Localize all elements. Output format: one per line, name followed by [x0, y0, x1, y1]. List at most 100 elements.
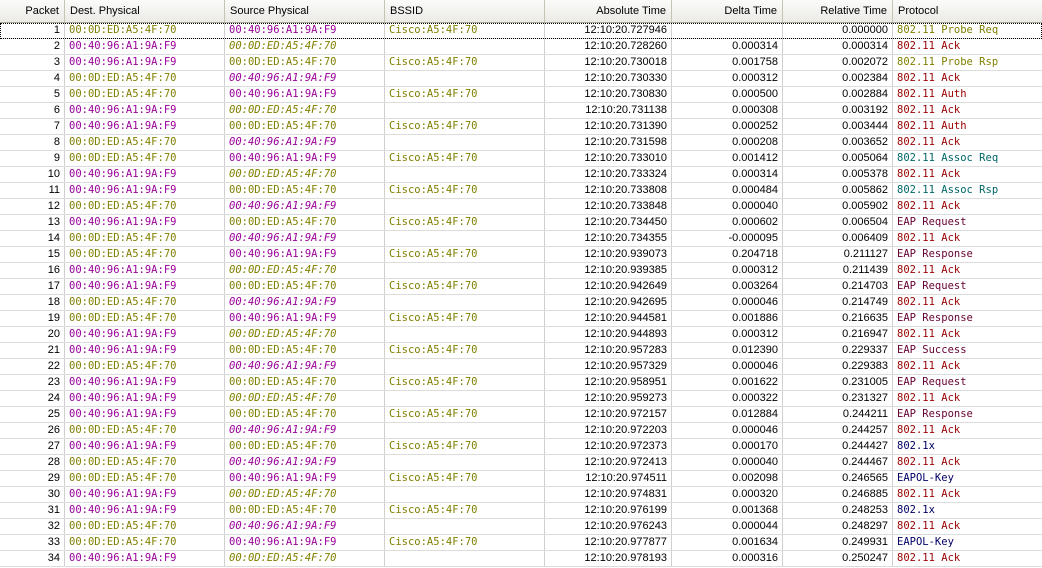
packet-row[interactable]: 12 00:0D:ED:A5:4F:70 00:40:96:A1:9A:F9 12:1…: [0, 199, 1042, 215]
source-physical-cell: 00:40:96:A1:9A:F9: [225, 455, 385, 470]
source-physical-cell: 00:0D:ED:A5:4F:70: [225, 375, 385, 390]
delta-time-cell: -0.000095: [672, 231, 783, 246]
packet-row[interactable]: 11 00:40:96:A1:9A:F9 00:0D:ED:A5:4F:70 Cisc…: [0, 183, 1042, 199]
bssid-cell: [385, 423, 545, 438]
packet-row[interactable]: 4 00:0D:ED:A5:4F:70 00:40:96:A1:9A:F9 12:10…: [0, 71, 1042, 87]
packet-row[interactable]: 2 00:40:96:A1:9A:F9 00:0D:ED:A5:4F:70 12:10…: [0, 39, 1042, 55]
absolute-time-cell: 12:10:20.733324: [545, 167, 672, 182]
packet-row[interactable]: 31 00:40:96:A1:9A:F9 00:0D:ED:A5:4F:70 Cisc…: [0, 503, 1042, 519]
protocol-cell: 802.11 Assoc Req: [897, 152, 999, 164]
packet-row[interactable]: 23 00:40:96:A1:9A:F9 00:0D:ED:A5:4F:70 Cisc…: [0, 375, 1042, 391]
relative-time-cell: 0.211439: [783, 263, 893, 278]
packet-row[interactable]: 20 00:40:96:A1:9A:F9 00:0D:ED:A5:4F:70 12:1…: [0, 327, 1042, 343]
source-physical-cell: 00:40:96:A1:9A:F9: [225, 87, 385, 102]
column-header-dest-physical[interactable]: Dest. Physical: [65, 0, 225, 22]
absolute-time-cell: 12:10:20.731390: [545, 119, 672, 134]
dest-physical-cell: 00:0D:ED:A5:4F:70: [65, 135, 225, 150]
packet-number-cell: 2: [0, 39, 65, 54]
protocol-cell: 802.11 Ack: [897, 296, 961, 308]
dest-physical-cell: 00:40:96:A1:9A:F9: [65, 503, 225, 518]
protocol-cell: 802.11 Ack: [897, 136, 961, 148]
packet-row[interactable]: 3 00:40:96:A1:9A:F9 00:0D:ED:A5:4F:70 Cisco…: [0, 55, 1042, 71]
bssid-cell: [385, 327, 545, 342]
packet-number-cell: 13: [0, 215, 65, 230]
packet-row[interactable]: 9 00:0D:ED:A5:4F:70 00:40:96:A1:9A:F9 Cisco…: [0, 151, 1042, 167]
source-physical-cell: 00:0D:ED:A5:4F:70: [225, 407, 385, 422]
relative-time-cell: 0.216635: [783, 311, 893, 326]
delta-time-cell: 0.001886: [672, 311, 783, 326]
absolute-time-cell: 12:10:20.944581: [545, 311, 672, 326]
delta-time-cell: 0.000314: [672, 167, 783, 182]
packet-number-cell: 27: [0, 439, 65, 454]
packet-row[interactable]: 16 00:40:96:A1:9A:F9 00:0D:ED:A5:4F:70 12:1…: [0, 263, 1042, 279]
source-physical-cell: 00:40:96:A1:9A:F9: [225, 23, 385, 38]
relative-time-cell: 0.005862: [783, 183, 893, 198]
bssid-cell: Cisco:A5:4F:70: [385, 87, 545, 102]
packet-row[interactable]: 14 00:0D:ED:A5:4F:70 00:40:96:A1:9A:F9 12:1…: [0, 231, 1042, 247]
packet-row[interactable]: 32 00:0D:ED:A5:4F:70 00:40:96:A1:9A:F9 12:1…: [0, 519, 1042, 535]
bssid-cell: Cisco:A5:4F:70: [385, 23, 545, 38]
bssid-cell: [385, 551, 545, 566]
relative-time-cell: 0.246885: [783, 487, 893, 502]
column-header-absolute-time[interactable]: Absolute Time: [545, 0, 672, 22]
packet-row[interactable]: 25 00:40:96:A1:9A:F9 00:0D:ED:A5:4F:70 Cisc…: [0, 407, 1042, 423]
delta-time-cell: 0.000046: [672, 359, 783, 374]
column-header-source-physical[interactable]: Source Physical: [225, 0, 385, 22]
source-physical-cell: 00:0D:ED:A5:4F:70: [225, 103, 385, 118]
column-header-protocol[interactable]: Protocol: [893, 0, 1042, 22]
packet-number-cell: 10: [0, 167, 65, 182]
packet-row[interactable]: 1 00:0D:ED:A5:4F:70 00:40:96:A1:9A:F9 Cisco…: [0, 23, 1042, 39]
packet-number-cell: 3: [0, 55, 65, 70]
source-physical-cell: 00:0D:ED:A5:4F:70: [225, 55, 385, 70]
packet-row[interactable]: 7 00:40:96:A1:9A:F9 00:0D:ED:A5:4F:70 Cisco…: [0, 119, 1042, 135]
source-physical-cell: 00:0D:ED:A5:4F:70: [225, 183, 385, 198]
column-header-packet[interactable]: Packet: [0, 0, 65, 22]
packet-row[interactable]: 27 00:40:96:A1:9A:F9 00:0D:ED:A5:4F:70 Cisc…: [0, 439, 1042, 455]
packet-row[interactable]: 6 00:40:96:A1:9A:F9 00:0D:ED:A5:4F:70 12:10…: [0, 103, 1042, 119]
absolute-time-cell: 12:10:20.972373: [545, 439, 672, 454]
dest-physical-cell: 00:40:96:A1:9A:F9: [65, 439, 225, 454]
packet-list[interactable]: Packet Dest. Physical Source Physical BS…: [0, 0, 1042, 567]
packet-number-cell: 31: [0, 503, 65, 518]
packet-row[interactable]: 13 00:40:96:A1:9A:F9 00:0D:ED:A5:4F:70 Cisc…: [0, 215, 1042, 231]
packet-row[interactable]: 18 00:0D:ED:A5:4F:70 00:40:96:A1:9A:F9 12:1…: [0, 295, 1042, 311]
packet-row[interactable]: 15 00:0D:ED:A5:4F:70 00:40:96:A1:9A:F9 Cisc…: [0, 247, 1042, 263]
packet-row[interactable]: 17 00:40:96:A1:9A:F9 00:0D:ED:A5:4F:70 Cisc…: [0, 279, 1042, 295]
protocol-cell: EAP Request: [897, 280, 967, 292]
source-physical-cell: 00:0D:ED:A5:4F:70: [225, 503, 385, 518]
column-header-relative-time[interactable]: Relative Time: [783, 0, 893, 22]
delta-time-cell: 0.000170: [672, 439, 783, 454]
absolute-time-cell: 12:10:20.939073: [545, 247, 672, 262]
relative-time-cell: 0.006409: [783, 231, 893, 246]
packet-row[interactable]: 33 00:0D:ED:A5:4F:70 00:40:96:A1:9A:F9 Cisc…: [0, 535, 1042, 551]
source-physical-cell: 00:0D:ED:A5:4F:70: [225, 487, 385, 502]
packet-row[interactable]: 26 00:0D:ED:A5:4F:70 00:40:96:A1:9A:F9 12:1…: [0, 423, 1042, 439]
packet-row[interactable]: 22 00:0D:ED:A5:4F:70 00:40:96:A1:9A:F9 12:1…: [0, 359, 1042, 375]
packet-row[interactable]: 21 00:40:96:A1:9A:F9 00:0D:ED:A5:4F:70 Cisc…: [0, 343, 1042, 359]
packet-row[interactable]: 5 00:0D:ED:A5:4F:70 00:40:96:A1:9A:F9 Cisco…: [0, 87, 1042, 103]
absolute-time-cell: 12:10:20.939385: [545, 263, 672, 278]
packet-row[interactable]: 29 00:0D:ED:A5:4F:70 00:40:96:A1:9A:F9 Cisc…: [0, 471, 1042, 487]
packet-row[interactable]: 19 00:0D:ED:A5:4F:70 00:40:96:A1:9A:F9 Cisc…: [0, 311, 1042, 327]
bssid-cell: [385, 263, 545, 278]
delta-time-cell: 0.001412: [672, 151, 783, 166]
dest-physical-cell: 00:40:96:A1:9A:F9: [65, 327, 225, 342]
packet-row[interactable]: 30 00:40:96:A1:9A:F9 00:0D:ED:A5:4F:70 12:1…: [0, 487, 1042, 503]
packet-row[interactable]: 8 00:0D:ED:A5:4F:70 00:40:96:A1:9A:F9 12:10…: [0, 135, 1042, 151]
relative-time-cell: 0.249931: [783, 535, 893, 550]
packet-number-cell: 17: [0, 279, 65, 294]
delta-time-cell: 0.001634: [672, 535, 783, 550]
packet-row[interactable]: 10 00:40:96:A1:9A:F9 00:0D:ED:A5:4F:70 12:1…: [0, 167, 1042, 183]
packet-row[interactable]: 24 00:40:96:A1:9A:F9 00:0D:ED:A5:4F:70 12:1…: [0, 391, 1042, 407]
column-header-bssid[interactable]: BSSID: [385, 0, 545, 22]
column-header-delta-time[interactable]: Delta Time: [672, 0, 783, 22]
bssid-cell: Cisco:A5:4F:70: [385, 343, 545, 358]
packet-number-cell: 18: [0, 295, 65, 310]
protocol-cell: EAP Success: [897, 344, 967, 356]
source-physical-cell: 00:40:96:A1:9A:F9: [225, 295, 385, 310]
dest-physical-cell: 00:40:96:A1:9A:F9: [65, 39, 225, 54]
bssid-cell: [385, 135, 545, 150]
packet-row[interactable]: 34 00:40:96:A1:9A:F9 00:0D:ED:A5:4F:70 12:1…: [0, 551, 1042, 567]
absolute-time-cell: 12:10:20.977877: [545, 535, 672, 550]
packet-row[interactable]: 28 00:0D:ED:A5:4F:70 00:40:96:A1:9A:F9 12:1…: [0, 455, 1042, 471]
